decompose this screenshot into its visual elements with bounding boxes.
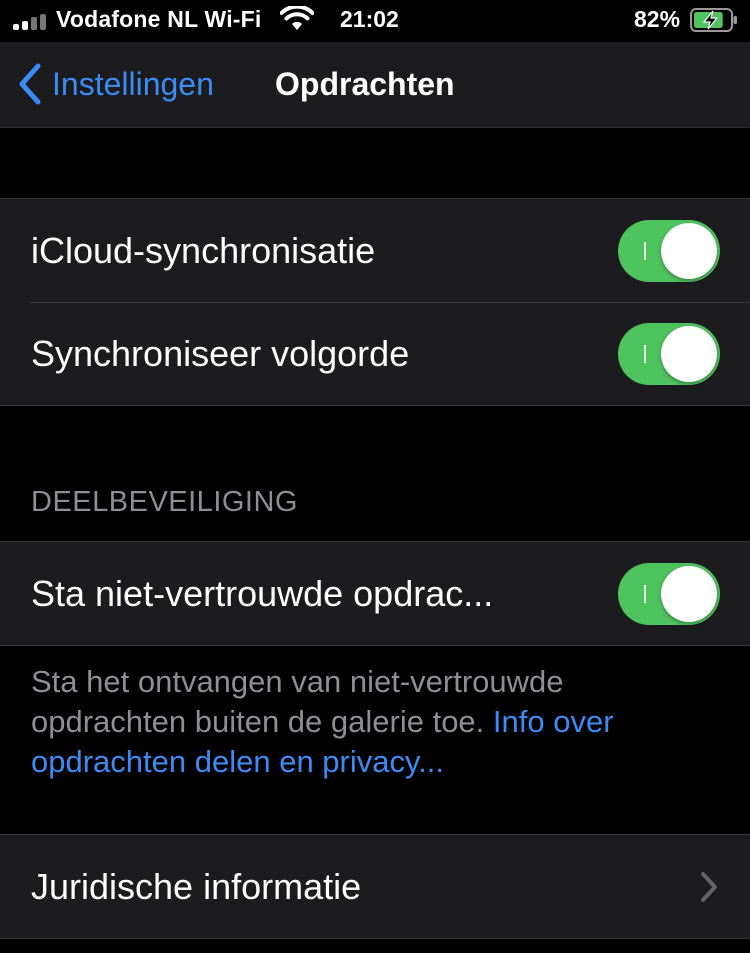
battery-charging-icon <box>690 8 737 32</box>
page-title: Opdrachten <box>275 66 455 102</box>
navigation-bar: Instellingen Opdrachten <box>0 42 750 128</box>
sync-settings-group: iCloud-synchronisatie Synchroniseer volg… <box>0 198 750 406</box>
icloud-sync-row: iCloud-synchronisatie <box>0 199 750 302</box>
wifi-icon <box>280 6 314 30</box>
carrier-name: Vodafone NL Wi-Fi <box>56 6 262 32</box>
status-bar: Vodafone NL Wi-Fi 21:02 82% <box>0 0 750 42</box>
chevron-right-icon <box>701 872 717 902</box>
untrusted-shortcuts-toggle[interactable] <box>618 563 720 625</box>
footer-description: Sta het ontvangen van niet-vertrouwde op… <box>31 664 564 739</box>
back-button[interactable]: Instellingen <box>14 62 214 106</box>
sync-order-row: Synchroniseer volgorde <box>0 302 750 405</box>
clock: 21:02 <box>340 6 399 32</box>
battery-percentage: 82% <box>634 6 681 32</box>
sync-order-toggle[interactable] <box>618 323 720 385</box>
legal-info-label: Juridische informatie <box>31 866 362 907</box>
chevron-left-icon <box>19 63 41 105</box>
back-button-label: Instellingen <box>52 65 214 102</box>
sync-order-label: Synchroniseer volgorde <box>31 333 410 374</box>
share-security-group: Sta niet-vertrouwde opdrac... <box>0 541 750 646</box>
legal-group: Juridische informatie <box>0 834 750 939</box>
legal-info-row[interactable]: Juridische informatie <box>0 835 750 938</box>
untrusted-shortcuts-label: Sta niet-vertrouwde opdrac... <box>31 573 494 614</box>
icloud-sync-label: iCloud-synchronisatie <box>31 230 376 271</box>
cellular-signal-icon <box>13 14 49 30</box>
untrusted-shortcuts-row: Sta niet-vertrouwde opdrac... <box>0 542 750 645</box>
share-security-footer: Sta het ontvangen van niet-vertrouwde op… <box>31 662 721 782</box>
section-header-share-security: DEELBEVEILIGING <box>31 486 298 518</box>
icloud-sync-toggle[interactable] <box>618 220 720 282</box>
